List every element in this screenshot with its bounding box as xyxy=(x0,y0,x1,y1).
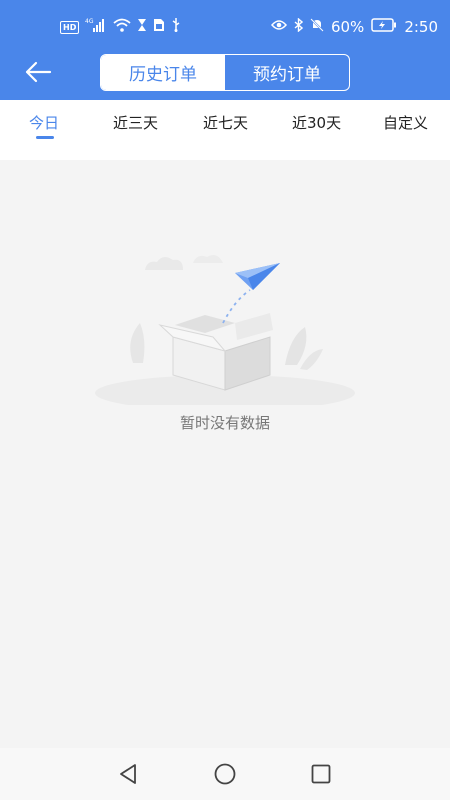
system-nav-bar xyxy=(0,748,450,800)
tab-last-30-days[interactable]: 近30天 xyxy=(292,112,341,133)
recents-square-icon xyxy=(311,764,331,784)
signal-icon: 4G xyxy=(85,17,107,37)
nav-home-button[interactable] xyxy=(213,762,237,786)
empty-state-message: 暂时没有数据 xyxy=(179,414,270,432)
hourglass-icon xyxy=(137,18,147,36)
clock: 2:50 xyxy=(404,18,438,36)
active-tab-indicator xyxy=(36,136,54,139)
battery-icon xyxy=(371,18,397,36)
tab-last-7-days[interactable]: 近七天 xyxy=(203,112,248,133)
nav-back-button[interactable] xyxy=(117,762,141,786)
nav-recents-button[interactable] xyxy=(309,762,333,786)
segment-reserved-orders[interactable]: 预约订单 xyxy=(225,55,349,90)
battery-percent: 60% xyxy=(330,18,365,36)
wifi-icon xyxy=(113,18,131,36)
hd-icon: HD xyxy=(60,20,80,34)
status-bar: HD 4G 60% 2:50 xyxy=(0,0,450,52)
app-header: HD 4G 60% 2:50 历史订单 预约订单 xyxy=(0,0,450,100)
home-circle-icon xyxy=(214,763,236,785)
tab-custom[interactable]: 自定义 xyxy=(383,112,428,133)
bluetooth-icon xyxy=(294,17,304,36)
mute-icon xyxy=(310,18,324,36)
back-button[interactable] xyxy=(24,60,52,84)
status-bar-left: HD 4G xyxy=(60,17,181,37)
arrow-left-icon xyxy=(25,61,52,83)
date-filter-tabs: 今日 近三天 近七天 近30天 自定义 xyxy=(0,100,450,160)
empty-box-paper-plane-illustration xyxy=(85,245,365,411)
segment-history-orders[interactable]: 历史订单 xyxy=(101,55,225,90)
tab-last-3-days[interactable]: 近三天 xyxy=(113,112,158,133)
sim-card-icon xyxy=(153,18,165,36)
order-type-segmented-control: 历史订单 预约订单 xyxy=(100,54,350,91)
network-type-label: 4G xyxy=(85,18,94,25)
eye-icon xyxy=(270,19,287,35)
tab-today[interactable]: 今日 xyxy=(29,112,59,133)
usb-icon xyxy=(171,18,181,36)
status-bar-right: 60% 2:50 xyxy=(270,17,438,37)
back-triangle-icon xyxy=(120,764,136,784)
